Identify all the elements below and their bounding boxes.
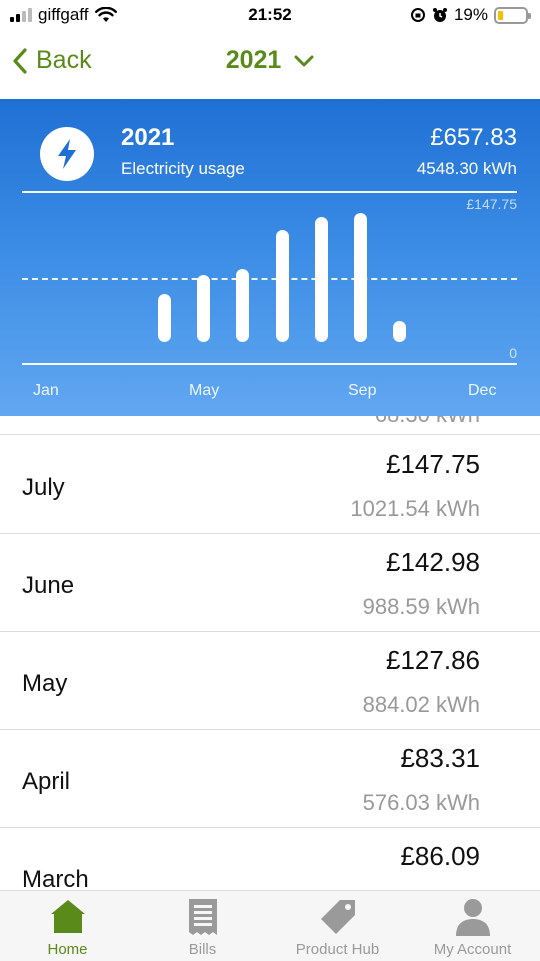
tab-home[interactable]: Home (0, 891, 135, 961)
list-item[interactable]: May £127.86 884.02 kWh (0, 632, 540, 730)
bills-icon (188, 899, 217, 935)
battery-icon (494, 6, 531, 24)
tab-my-account-label: My Account (433, 941, 512, 958)
status-bar: giffgaff 21:52 19% (0, 0, 540, 32)
row-cost: £86.09 (400, 841, 480, 871)
row-month: April (22, 768, 71, 795)
list-item[interactable]: March £86.09 (0, 828, 540, 890)
chart-zero-label: 0 (509, 345, 517, 361)
tab-product-hub-label: Product Hub (295, 941, 380, 958)
bar-apr (197, 274, 211, 342)
bar-aug (353, 213, 367, 342)
row-cost: £83.31 (400, 743, 480, 773)
chevron-down-icon (294, 55, 314, 67)
row-cost: £147.75 (386, 449, 480, 479)
row-kwh: 1021.54 kWh (350, 496, 480, 521)
bar-mar (157, 293, 171, 342)
row-kwh: 884.02 kWh (362, 692, 480, 717)
tab-product-hub[interactable]: Product Hub (270, 891, 405, 961)
axis-label-jan: Jan (33, 382, 59, 399)
orientation-lock-icon (410, 8, 425, 22)
monthly-usage-list[interactable]: 68.30 kWh July £147.75 1021.54 kWh June … (0, 416, 540, 890)
chart-baseline (22, 363, 517, 365)
tab-my-account[interactable]: My Account (405, 891, 540, 961)
tab-bills[interactable]: Bills (135, 891, 270, 961)
tab-bills-label: Bills (188, 941, 217, 958)
row-kwh: 988.59 kWh (362, 594, 480, 619)
list-item[interactable]: July £147.75 1021.54 kWh (0, 436, 540, 534)
row-month: March (22, 866, 89, 890)
usage-summary-panel: 2021 Electricity usage £657.83 4548.30 k… (0, 99, 540, 416)
tab-home-label: Home (47, 941, 88, 958)
list-item[interactable]: June £142.98 988.59 kWh (0, 534, 540, 632)
row-month: July (22, 474, 65, 501)
row-kwh: 576.03 kWh (362, 790, 480, 815)
bar-jun (275, 230, 289, 342)
home-icon (50, 900, 85, 933)
nav-bar: Back 2021 (0, 32, 540, 98)
tab-bar: Home Bills Product Hub My Account (0, 890, 540, 961)
usage-bar-chart (0, 99, 540, 416)
bar-sep (393, 321, 407, 342)
axis-label-dec: Dec (468, 382, 497, 399)
year-selector[interactable]: 2021 (0, 46, 540, 75)
list-item[interactable]: April £83.31 576.03 kWh (0, 730, 540, 828)
status-right: 19% (410, 5, 531, 25)
person-icon (455, 899, 490, 936)
list-item[interactable]: 68.30 kWh (0, 416, 540, 435)
year-label: 2021 (225, 46, 282, 74)
bar-jul (314, 217, 328, 342)
axis-label-sep: Sep (348, 382, 377, 399)
tag-icon (320, 900, 355, 934)
row-cost: £127.86 (386, 645, 480, 675)
row-month: June (22, 572, 75, 599)
clipped-kwh: 68.30 kWh (375, 416, 480, 428)
axis-label-may: May (189, 382, 220, 399)
row-cost: £142.98 (386, 547, 480, 577)
row-month: May (22, 670, 68, 697)
bar-may (236, 269, 250, 342)
battery-percent: 19% (453, 5, 488, 24)
alarm-icon (432, 8, 447, 22)
